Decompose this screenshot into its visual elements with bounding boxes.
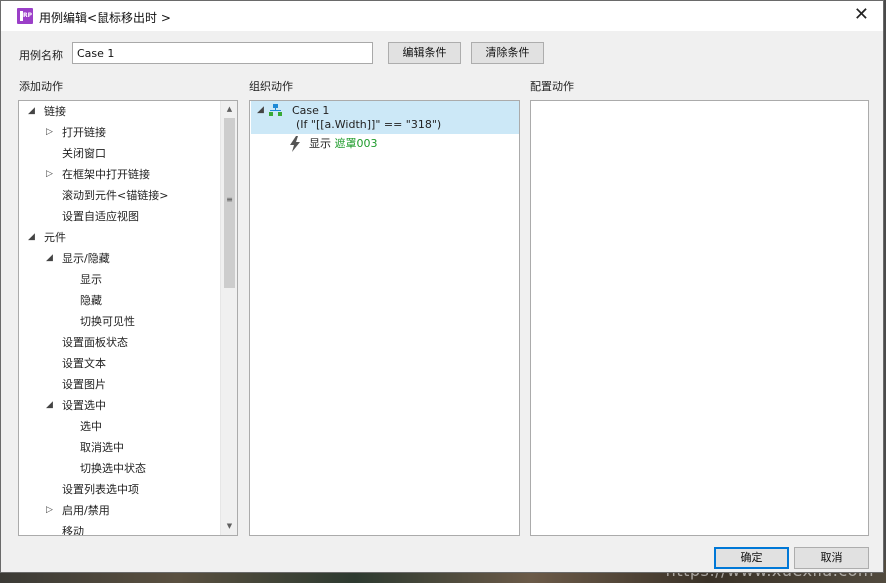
action-tree-item[interactable]: 移动 [62,521,84,535]
action-tree-item[interactable]: 显示 [80,269,102,290]
action-tree-item[interactable]: 设置面板状态 [62,332,128,353]
title-bar: RP 用例编辑<鼠标移出时 > ✕ [1,1,883,31]
clear-condition-button[interactable]: 清除条件 [471,42,544,64]
action-tree-item[interactable]: 设置列表选中项 [62,479,139,500]
case-tree-icon [269,104,282,116]
edit-condition-button[interactable]: 编辑条件 [388,42,461,64]
action-tree-item[interactable]: 滚动到元件<锚链接> [62,185,168,206]
expanded-triangle-icon[interactable]: ◢ [46,395,53,416]
grip-icon: ≡ [226,195,233,204]
expanded-triangle-icon[interactable]: ◢ [28,101,35,122]
case-editor-dialog: RP 用例编辑<鼠标移出时 > ✕ 用例名称 编辑条件 清除条件 添加动作 组织… [0,0,884,573]
action-tree-item[interactable]: 在框架中打开链接 [62,164,150,185]
case-name-label: 用例名称 [19,49,63,62]
action-tree-item[interactable]: 取消选中 [80,437,124,458]
scroll-thumb[interactable]: ≡ [224,118,235,288]
action-tree-scrollbar[interactable]: ▲ ≡ ▼ [220,101,237,535]
cancel-button[interactable]: 取消 [794,547,869,569]
action-tree-item[interactable]: 启用/禁用 [62,500,110,521]
action-tree-item[interactable]: 设置图片 [62,374,106,395]
expanded-triangle-icon[interactable]: ◢ [257,100,264,121]
expanded-triangle-icon[interactable]: ◢ [46,248,53,269]
configure-action-heading: 配置动作 [530,80,574,93]
action-tree-item[interactable]: 选中 [80,416,102,437]
organize-action-heading: 组织动作 [249,80,293,93]
action-tree-item[interactable]: 隐藏 [80,290,102,311]
action-tree-item[interactable]: 切换可见性 [80,311,135,332]
organize-action-panel [249,100,520,536]
action-target: 遮罩003 [334,137,378,150]
action-tree-item[interactable]: 链接 [44,101,66,122]
ok-button[interactable]: 确定 [714,547,789,569]
collapsed-triangle-icon[interactable]: ▷ [46,164,53,185]
scroll-down-arrow-icon[interactable]: ▼ [221,518,238,535]
configure-action-panel [530,100,869,536]
case-condition: (If "[[a.Width]]" == "318") [296,118,442,131]
collapsed-triangle-icon[interactable]: ▷ [46,500,53,521]
action-tree-item[interactable]: 设置文本 [62,353,106,374]
action-tree-item[interactable]: 元件 [44,227,66,248]
add-action-panel: ◢ 链接 ▷ 打开链接 关闭窗口 ▷ 在框架中打开链接 滚动到元件<锚链接> 设置自适应视图 ◢ 元… [18,100,238,536]
action-verb: 显示 [309,137,331,150]
axure-rp-icon: RP [17,8,33,24]
lightning-icon [290,136,300,152]
action-tree-item[interactable]: 设置自适应视图 [62,206,139,227]
action-tree-item[interactable]: 切换选中状态 [80,458,146,479]
action-tree-item[interactable]: 打开链接 [62,122,106,143]
window-title: 用例编辑<鼠标移出时 > [39,11,171,25]
action-item[interactable]: 显示 遮罩003 [309,133,378,154]
action-tree-item[interactable]: 显示/隐藏 [62,248,110,269]
case-name-input[interactable] [72,42,373,64]
action-tree-item[interactable]: 设置选中 [62,395,106,416]
add-action-heading: 添加动作 [19,80,63,93]
scroll-up-arrow-icon[interactable]: ▲ [221,101,238,118]
collapsed-triangle-icon[interactable]: ▷ [46,122,53,143]
close-icon[interactable]: ✕ [854,6,869,24]
action-tree-item[interactable]: 关闭窗口 [62,143,106,164]
expanded-triangle-icon[interactable]: ◢ [28,227,35,248]
